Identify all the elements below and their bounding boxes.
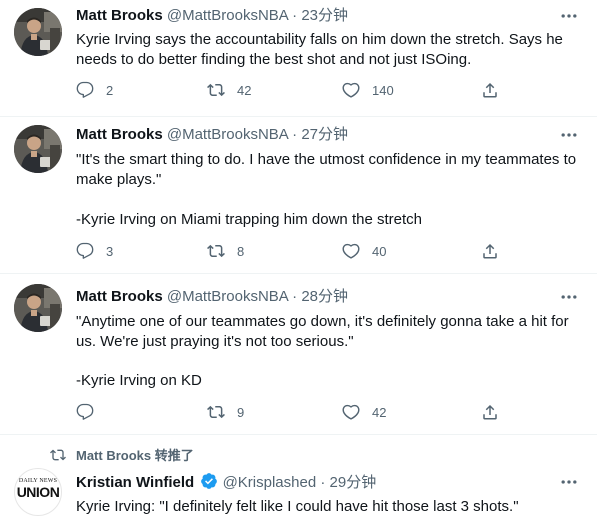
separator-dot: ·	[320, 474, 326, 491]
like-count: 42	[372, 404, 387, 420]
like-button[interactable]: 42	[342, 402, 386, 422]
tweet-header: Matt Brooks @MattBrooksNBA · 27分钟	[76, 125, 348, 145]
verified-badge-icon	[201, 473, 218, 489]
heart-icon	[342, 242, 360, 260]
heart-icon	[342, 403, 360, 421]
retweet-count: 9	[237, 404, 245, 420]
more-icon[interactable]	[559, 287, 579, 307]
avatar-union-logo[interactable]: DAILY NEWS UNION	[14, 468, 62, 516]
tweet-text: "It's the smart thing to do. I have the …	[76, 151, 577, 188]
retweet-icon	[207, 242, 225, 260]
tweet[interactable]: Matt Brooks @MattBrooksNBA · 28分钟 "Anyti…	[0, 274, 597, 435]
tweet-actions: 2 42 140	[76, 80, 506, 100]
retweet-button[interactable]: 8	[207, 241, 244, 261]
like-button[interactable]: 40	[342, 241, 386, 261]
more-icon[interactable]	[559, 6, 579, 26]
author-handle[interactable]: @MattBrooksNBA	[167, 7, 288, 24]
tweet-time[interactable]: 23分钟	[301, 7, 348, 24]
heart-icon	[342, 81, 360, 99]
author-handle[interactable]: @MattBrooksNBA	[167, 126, 288, 143]
tweet-text: Kyrie Irving says the accountability fal…	[76, 31, 563, 68]
tweet-text-attribution: -Kyrie Irving on Miami trapping him down…	[76, 211, 422, 228]
tweet-header: Matt Brooks @MattBrooksNBA · 28分钟	[76, 287, 348, 307]
tweet-text: Kyrie Irving: "I definitely felt like I …	[76, 498, 519, 515]
tweet[interactable]: Matt Brooks 转推了 Kristian Winfield @Krisp…	[0, 435, 597, 529]
tweet-header: Kristian Winfield @Krisplashed · 29分钟	[76, 472, 376, 493]
separator-dot: ·	[292, 288, 298, 305]
tweet-time[interactable]: 27分钟	[301, 126, 348, 143]
reply-icon	[76, 81, 94, 99]
avatar[interactable]	[14, 125, 62, 173]
retweet-icon	[50, 447, 66, 463]
logo-main-text: UNION	[16, 484, 60, 500]
like-count: 140	[372, 82, 394, 98]
author-name[interactable]: Matt Brooks	[76, 126, 163, 143]
reply-count: 3	[106, 243, 114, 259]
reply-button[interactable]	[76, 402, 106, 422]
share-icon	[481, 242, 499, 260]
share-icon	[481, 403, 499, 421]
retweet-icon	[207, 403, 225, 421]
tweet-actions: 3 8 40	[76, 241, 506, 261]
tweet-header: Matt Brooks @MattBrooksNBA · 23分钟	[76, 6, 348, 26]
author-name[interactable]: Kristian Winfield	[76, 474, 194, 491]
tweet[interactable]: Matt Brooks @MattBrooksNBA · 23分钟 Kyrie …	[0, 0, 597, 117]
retweet-button[interactable]: 9	[207, 402, 244, 422]
reply-button[interactable]: 2	[76, 80, 113, 100]
reply-icon	[76, 242, 94, 260]
tweet-text: "Anytime one of our teammates go down, i…	[76, 313, 569, 350]
reply-icon	[76, 403, 94, 421]
separator-dot: ·	[292, 126, 298, 143]
retweeted-by[interactable]: Matt Brooks 转推了	[50, 445, 194, 464]
author-name[interactable]: Matt Brooks	[76, 7, 163, 24]
avatar[interactable]	[14, 284, 62, 332]
avatar[interactable]	[14, 8, 62, 56]
tweet-time[interactable]: 28分钟	[301, 288, 348, 305]
author-handle[interactable]: @MattBrooksNBA	[167, 288, 288, 305]
share-icon	[481, 81, 499, 99]
separator-dot: ·	[292, 7, 298, 24]
retweeted-by-label: Matt Brooks 转推了	[76, 448, 194, 463]
retweet-button[interactable]: 42	[207, 80, 251, 100]
tweet[interactable]: Matt Brooks @MattBrooksNBA · 27分钟 "It's …	[0, 117, 597, 274]
like-count: 40	[372, 243, 387, 259]
tweet-text-attribution: -Kyrie Irving on KD	[76, 372, 202, 389]
author-name[interactable]: Matt Brooks	[76, 288, 163, 305]
like-button[interactable]: 140	[342, 80, 394, 100]
retweet-icon	[207, 81, 225, 99]
share-button[interactable]	[481, 80, 499, 100]
more-icon[interactable]	[559, 125, 579, 145]
share-button[interactable]	[481, 402, 499, 422]
more-icon[interactable]	[559, 472, 579, 492]
author-handle[interactable]: @Krisplashed	[223, 474, 317, 491]
retweet-count: 8	[237, 243, 245, 259]
reply-button[interactable]: 3	[76, 241, 113, 261]
retweet-count: 42	[237, 82, 252, 98]
tweet-actions: 9 42	[76, 402, 506, 422]
tweet-time[interactable]: 29分钟	[330, 474, 377, 491]
reply-count: 2	[106, 82, 114, 98]
share-button[interactable]	[481, 241, 499, 261]
